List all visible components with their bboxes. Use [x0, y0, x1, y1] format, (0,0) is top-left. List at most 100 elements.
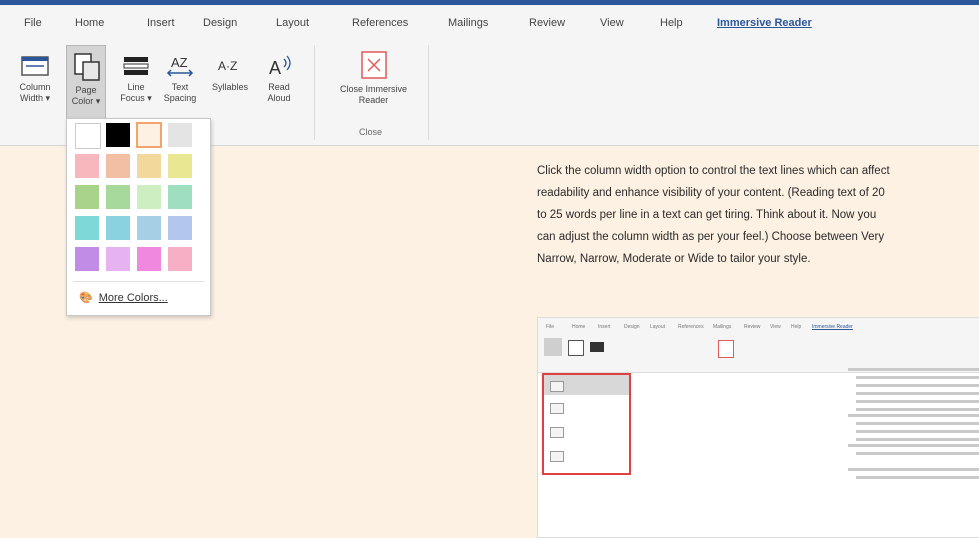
tab-layout[interactable]: Layout — [276, 17, 309, 29]
mini-tab: File — [546, 324, 555, 330]
mini-tab: Design — [624, 324, 640, 330]
mini-tab: Insert — [598, 324, 611, 330]
color-swatch[interactable] — [106, 123, 130, 147]
color-swatch[interactable] — [168, 154, 192, 178]
read-aloud-label1: Read — [268, 82, 290, 92]
mini-tab: Layout — [650, 324, 666, 330]
color-swatch[interactable] — [168, 247, 192, 271]
line-focus-label2: Focus ▾ — [120, 93, 152, 103]
mini-tab: View — [770, 324, 781, 330]
syllables-label: Syllables — [211, 82, 249, 92]
mini-tab: Review — [744, 324, 761, 330]
mini-column-width-icon — [544, 338, 562, 356]
page-color-button[interactable]: Page Color ▾ — [66, 45, 106, 125]
color-swatch[interactable] — [75, 247, 99, 271]
line-focus-label1: Line — [127, 82, 145, 92]
text-spacing-button[interactable]: AZ Text Spacing — [160, 53, 200, 104]
column-width-icon — [21, 56, 49, 76]
page-color-dropdown: 🎨 More Colors... — [66, 118, 211, 316]
close-icon — [360, 51, 387, 79]
tab-view[interactable]: View — [600, 17, 624, 29]
ribbon-separator — [314, 45, 315, 140]
mini-close-icon — [718, 340, 734, 358]
tab-insert[interactable]: Insert — [147, 17, 175, 29]
tab-review[interactable]: Review — [529, 17, 565, 29]
svg-text:A: A — [269, 58, 281, 78]
color-swatch[interactable] — [106, 185, 130, 209]
text-spacing-icon: AZ — [166, 55, 194, 77]
mini-text-line — [856, 376, 979, 379]
mini-option-wide — [550, 451, 568, 462]
color-swatch[interactable] — [75, 154, 99, 178]
mini-text-line — [856, 392, 979, 395]
color-swatch[interactable] — [75, 123, 101, 149]
tab-home[interactable]: Home — [75, 17, 104, 29]
close-group-label: Close — [359, 127, 383, 137]
color-swatch[interactable] — [137, 185, 161, 209]
mini-option-narrow — [550, 403, 568, 414]
highlighted-column-width-menu — [542, 373, 631, 475]
tab-mailings[interactable]: Mailings — [448, 17, 488, 29]
divider — [73, 281, 204, 282]
mini-tab: Immersive Reader — [812, 324, 853, 330]
mini-text-line — [856, 422, 979, 425]
mini-text-line — [856, 476, 979, 479]
column-width-label1: Column — [19, 82, 51, 92]
svg-text:A·Z: A·Z — [218, 59, 237, 73]
read-aloud-label2: Aloud — [267, 93, 291, 103]
line-focus-icon — [123, 57, 149, 75]
syllables-icon: A·Z — [218, 59, 237, 73]
color-swatch[interactable] — [136, 122, 162, 148]
read-aloud-button[interactable]: A Read Aloud — [262, 53, 296, 104]
color-swatch[interactable] — [168, 216, 192, 240]
color-swatch[interactable] — [168, 123, 192, 147]
color-swatch[interactable] — [75, 216, 99, 240]
color-swatch[interactable] — [168, 185, 192, 209]
tab-file[interactable]: File — [24, 17, 42, 29]
ribbon-tabs: File Home Insert Design Layout Reference… — [0, 5, 979, 45]
mini-text-line — [856, 430, 979, 433]
color-swatch[interactable] — [137, 154, 161, 178]
tab-design[interactable]: Design — [203, 17, 237, 29]
more-colors-label: More Colors... — [98, 292, 168, 304]
color-swatch[interactable] — [75, 185, 99, 209]
mini-tab: Mailings — [713, 324, 732, 330]
mini-option-moderate — [550, 427, 568, 438]
mini-tab: References — [678, 324, 704, 330]
text-spacing-label2: Spacing — [163, 93, 197, 103]
color-swatch[interactable] — [106, 216, 130, 240]
page-color-label1: Page — [75, 85, 97, 95]
read-aloud-icon: A — [269, 55, 291, 78]
more-colors-button[interactable]: 🎨 More Colors... — [79, 291, 168, 304]
color-swatch[interactable] — [137, 247, 161, 271]
column-width-button[interactable]: Column Width ▾ — [14, 53, 56, 104]
svg-text:AZ: AZ — [171, 55, 188, 70]
embedded-screenshot-image: File Home Insert Design Layout Reference… — [537, 317, 979, 538]
column-width-label2: Width ▾ — [19, 93, 51, 103]
mini-text-line — [856, 408, 979, 411]
syllables-button[interactable]: A·Z Syllables — [208, 53, 252, 93]
mini-text-line — [848, 414, 979, 417]
tab-help[interactable]: Help — [660, 17, 683, 29]
color-swatch[interactable] — [106, 247, 130, 271]
mini-text-line — [856, 400, 979, 403]
line-focus-button[interactable]: Line Focus ▾ — [116, 53, 156, 104]
close-label2: Reader — [358, 95, 389, 105]
close-immersive-reader-button[interactable]: Close Immersive Reader — [326, 49, 421, 106]
tab-references[interactable]: References — [352, 17, 408, 29]
mini-text-line — [848, 368, 979, 371]
palette-icon: 🎨 — [79, 292, 93, 304]
tab-immersive-reader[interactable]: Immersive Reader — [717, 17, 812, 29]
mini-tab: Home — [572, 324, 586, 330]
ribbon-separator — [428, 45, 429, 140]
mini-option-very-narrow — [550, 381, 568, 392]
color-swatch[interactable] — [106, 154, 130, 178]
mini-text-line — [856, 452, 979, 455]
mini-text-line — [848, 468, 979, 471]
close-label1: Close Immersive — [339, 84, 407, 94]
text-spacing-label1: Text — [171, 82, 189, 92]
color-swatch[interactable] — [137, 216, 161, 240]
mini-tab: Help — [791, 324, 802, 330]
page-color-label2: Color ▾ — [71, 96, 101, 106]
mini-text-line — [856, 438, 979, 441]
